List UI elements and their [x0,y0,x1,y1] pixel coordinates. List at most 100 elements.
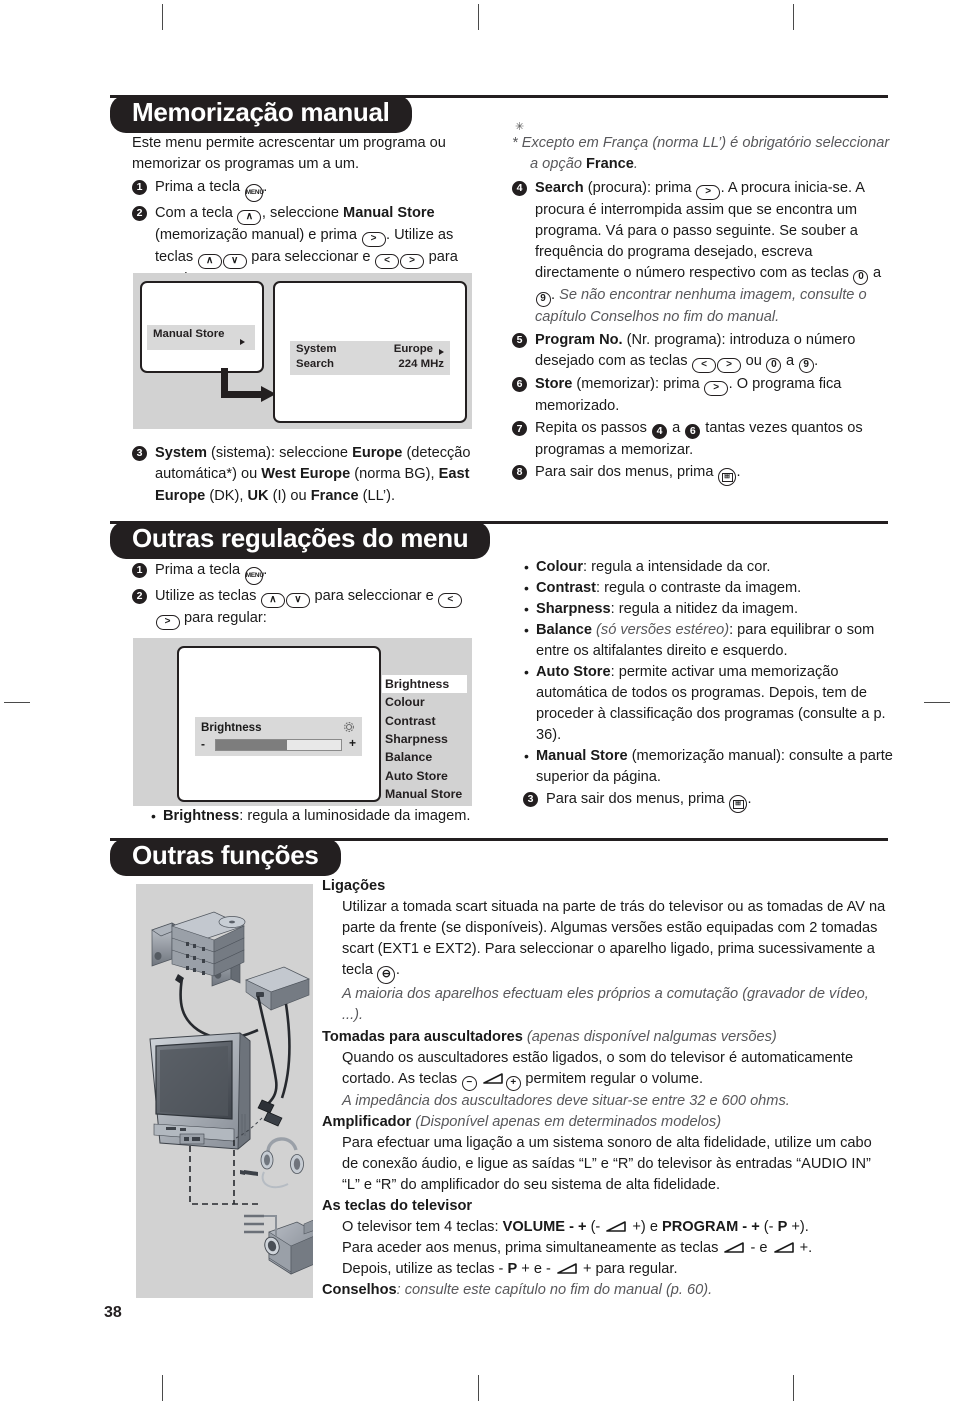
tv-menu-illustration-1: Manual Store System Europe Search 224 MH… [133,273,472,429]
menu-term: Sharpness [536,601,611,617]
right-key-icon: > [155,615,180,630]
up-key-icon: ∧ [260,593,285,608]
menu-row-label-system: System [296,343,337,355]
menu-row-value-search: 224 MHz [398,358,444,370]
block-conselhos: Conselhos: consulte este capítulo no fim… [322,1280,888,1301]
menu-term: Colour [536,559,584,575]
menu-row-manual-store: Manual Store [147,325,255,350]
volume-icon [773,1239,794,1253]
block-ligacoes: Ligações Utilizar a tomada scart situada… [322,876,888,1026]
footnote: * Excepto em França (norma LL’) é obriga… [512,135,890,173]
block-heading: Amplificador [322,1114,412,1130]
step-3: 3 System (sistema): seleccione Europe (d… [132,443,484,507]
advice-text: : consulte este capítulo no fim do manua… [396,1282,713,1298]
menu-row-value-system: Europe [393,343,433,355]
block-heading: As teclas do televisor [322,1198,473,1214]
step-ref-4: 4 [652,424,668,440]
step-number: 4 [512,180,527,196]
crop-mark [478,1375,479,1401]
digit-key-9-icon: 9 [798,358,814,374]
setting-colour: Colour: regula a intensidade da cor. [523,557,893,578]
setting-balance: Balance (só versões estéreo): para equil… [523,620,893,662]
brightness-caption: Brightness: regula a luminosidade da ima… [150,806,490,827]
crop-mark [4,702,30,703]
section1-right-column: * Excepto em França (norma LL’) é obriga… [512,133,890,487]
crop-mark [162,4,163,30]
brightness-minus-label: - [201,737,205,751]
block-note: A impedância dos auscultadores deve situ… [342,1093,790,1109]
crop-mark [793,4,794,30]
step-number: 7 [512,421,527,437]
registration-mark: ✳ [515,121,525,133]
menu-list-item[interactable]: Auto Store [382,767,467,785]
setting-note: (só versões estéreo) [591,622,730,638]
tv-screen-manual-store: Manual Store [140,281,264,373]
volume-icon [606,1218,627,1232]
block-heading-row: Amplificador (Disponível apenas em deter… [322,1112,888,1133]
menu-list-item[interactable]: Contrast [382,712,467,730]
flow-arrow-bar [221,391,263,398]
digit-key-9-icon: 9 [535,292,551,308]
setting-manual-store: Manual Store (memorização manual): consu… [523,746,893,788]
crop-mark [478,4,479,30]
block-body: Utilizar a tomada scart situada na parte… [322,897,888,984]
digit-key-0-icon: 0 [766,358,782,374]
step-1: 1 Prima a tecla MENU. [132,560,487,585]
menu-list-item[interactable]: Balance [382,748,467,766]
menu-term: System [155,445,207,461]
right-key-icon: > [696,184,721,200]
brightness-slider-track[interactable] [215,739,342,751]
right-key-icon: > [400,253,425,269]
menu-term: Auto Store [536,664,611,680]
setting-sharpness: Sharpness: regula a nitidez da imagem. [523,599,893,620]
menu-term: Brightness [163,808,240,824]
setting-contrast: Contrast: regula o contraste da imagem. [523,578,893,599]
step-number: 5 [512,332,527,348]
section3-text-column: Ligações Utilizar a tomada scart situada… [322,876,888,1301]
menu-term: Store [535,376,573,393]
chevron-right-icon [240,337,245,349]
settings-menu-list[interactable]: Brightness Colour Contrast Sharpness Balance… [382,675,467,803]
step-4: 4 Search (procura): prima >. A procura i… [512,178,890,329]
block-note: A maioria dos aparelhos efectuam eles pr… [342,986,869,1023]
block-auscultadores: Tomadas para auscultadores (apenas dispo… [322,1027,888,1112]
block-heading: Tomadas para auscultadores [322,1029,523,1045]
left-key-icon: < [375,253,400,269]
menu-row-label: Manual Store [153,328,225,340]
setting-description: : regula a nitidez da imagem. [610,601,799,617]
step-3: 3 Para sair dos menus, prima ⊞. [523,789,893,813]
menu-list-item[interactable]: Sharpness [382,730,467,748]
step-5: 5 Program No. (Nr. programa): introduza … [512,330,890,374]
left-key-icon: < [692,358,717,374]
menu-term: Europe [352,445,403,461]
crop-mark [924,702,950,703]
right-key-icon: > [361,231,386,247]
block-heading-note: (Disponível apenas em determinados model… [411,1114,722,1130]
step-number: 2 [132,589,147,604]
step-ref-6: 6 [685,424,701,440]
brightness-adjust-panel: Brightness - + [195,717,362,756]
menu-list-item[interactable]: Manual Store [382,785,467,803]
up-key-icon: ∧ [237,209,262,225]
intro-text: Este menu permite acrescentar um program… [132,135,446,173]
step-number: 3 [132,446,147,461]
menu-rows-group: System Europe Search 224 MHz [290,341,450,375]
step-2: 2 Utilize as teclas ∧ ∨ para seleccionar … [132,586,487,630]
step-7: 7 Repita os passos 4 a 6 tantas vezes qu… [512,418,890,461]
volume-icon [557,1260,577,1274]
menu-row-label-search: Search [296,358,334,370]
brightness-plus-label: + [348,736,356,750]
step-number: 6 [512,377,527,393]
advice-label: Conselhos [322,1282,397,1298]
menu-list-item[interactable]: Brightness [382,675,467,694]
right-key-icon: > [704,381,729,397]
exit-key-icon: ⊞ [729,795,747,813]
block-body: Quando os auscultadores estão ligados, o… [322,1048,888,1091]
tv-screen-system-search: System Europe Search 224 MHz [273,281,467,423]
down-key-icon: ∨ [285,593,310,608]
up-key-icon: ∧ [197,253,222,269]
block-teclas-televisor: As teclas do televisor O televisor tem 4… [322,1196,888,1280]
menu-term: Contrast [536,580,596,596]
menu-list-item[interactable]: Colour [382,693,467,711]
section1-step3: 3 System (sistema): seleccione Europe (d… [132,443,484,508]
